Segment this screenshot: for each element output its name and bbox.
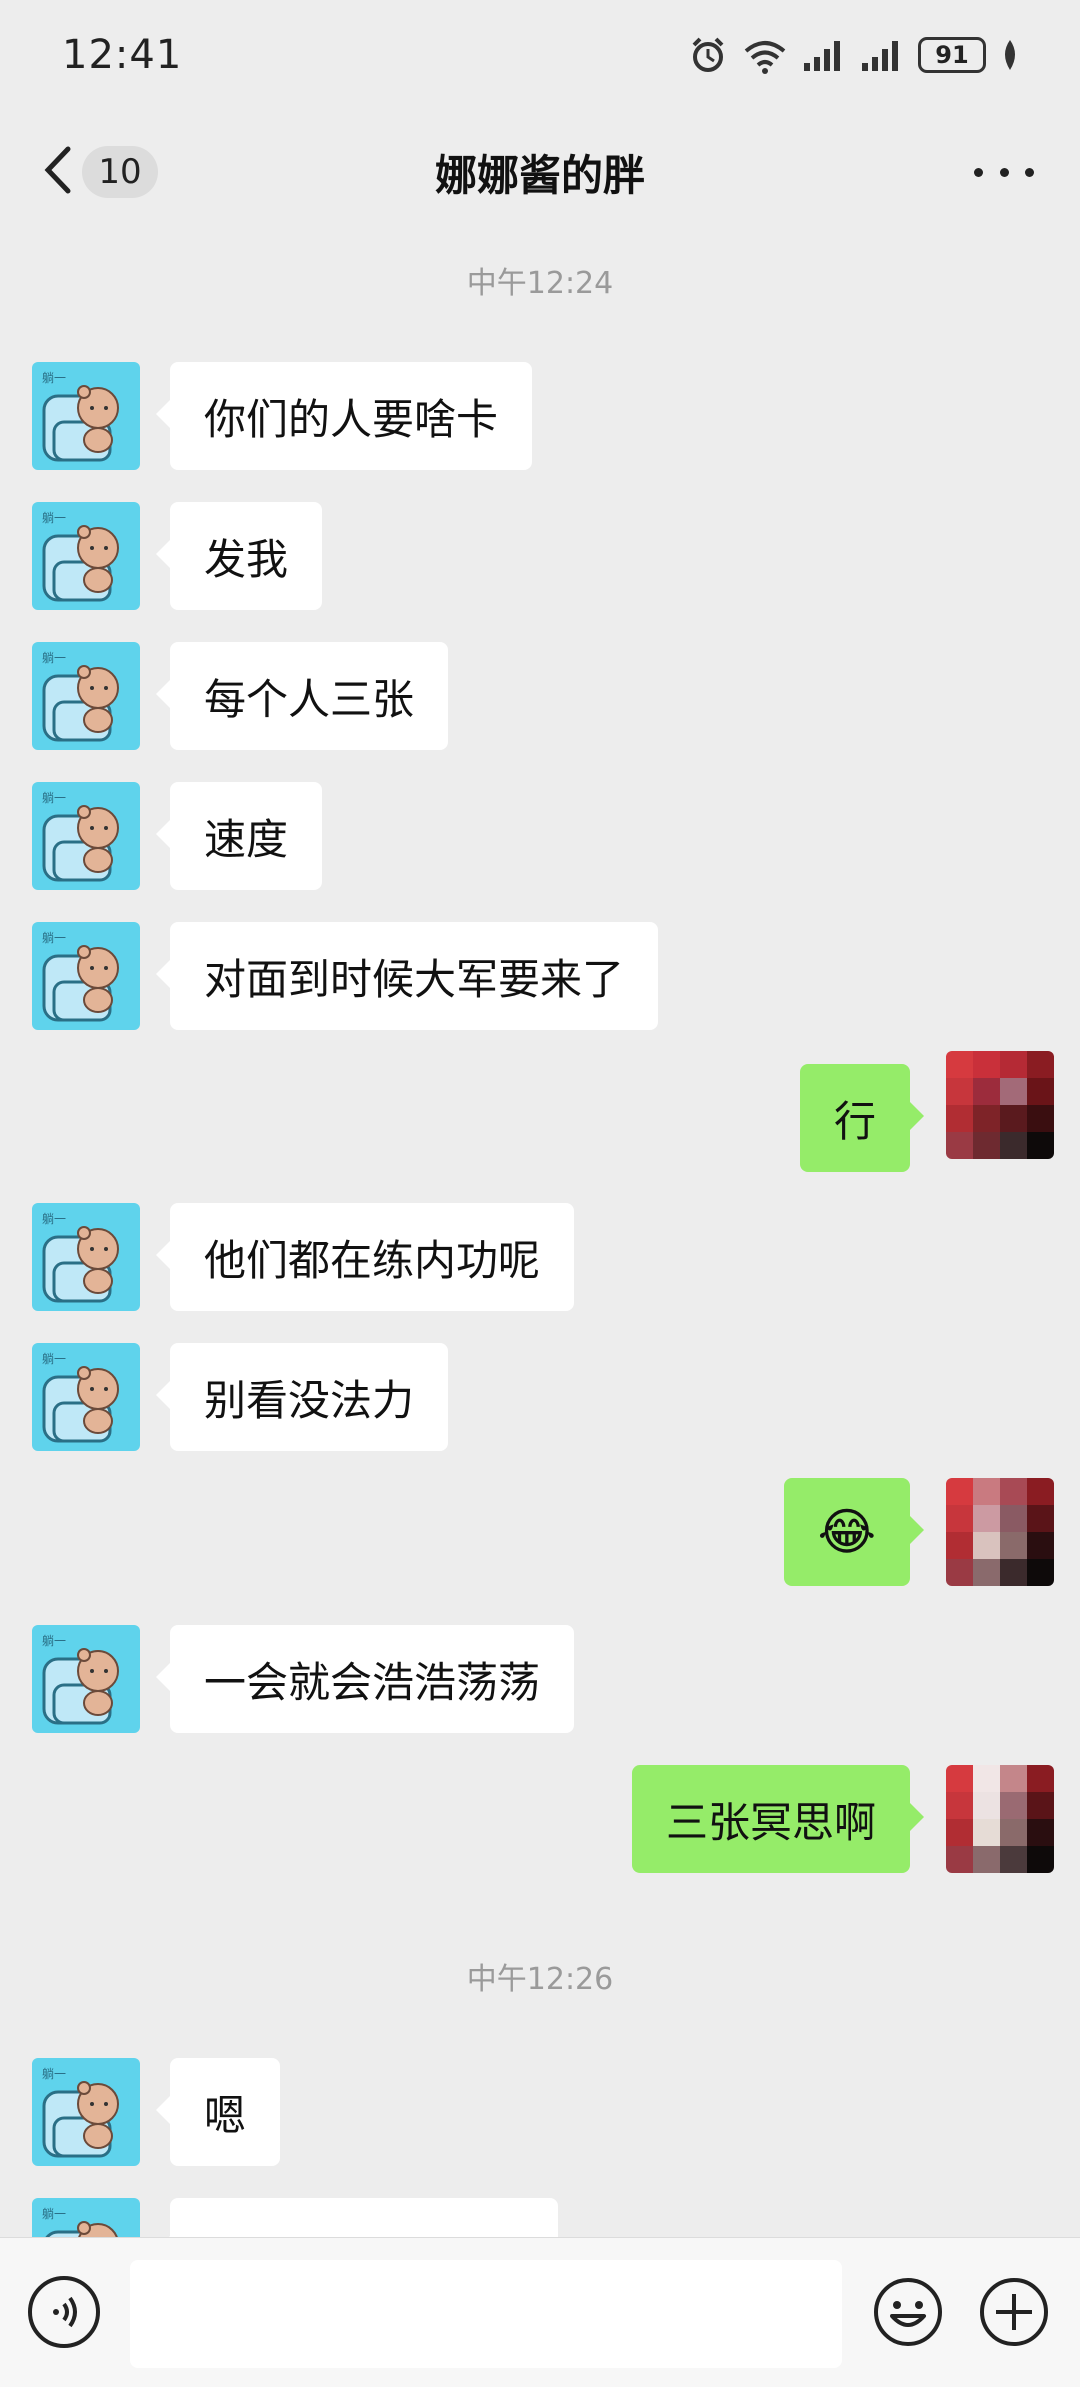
status-icons: 91 [688, 35, 1020, 75]
message-row: 躺一 他们都在练内功呢 [0, 1203, 1080, 1311]
contact-avatar[interactable]: 躺一 [32, 642, 140, 750]
contact-avatar[interactable]: 躺一 [32, 782, 140, 890]
my-avatar[interactable] [946, 1478, 1054, 1586]
status-bar: 12:41 91 [0, 0, 1080, 110]
svg-text:躺一: 躺一 [42, 1351, 66, 1366]
svg-text:躺一: 躺一 [42, 1211, 66, 1226]
my-avatar[interactable] [946, 1051, 1054, 1159]
contact-avatar[interactable]: 躺一 [32, 922, 140, 1030]
alarm-icon [688, 35, 728, 75]
svg-text:躺一: 躺一 [42, 790, 66, 805]
wifi-icon [742, 35, 788, 75]
timestamp: 中午12:24 [466, 266, 614, 301]
message-row: 躺一 一会就会浩浩荡荡 [0, 1625, 1080, 1733]
svg-text:躺一: 躺一 [42, 2206, 66, 2221]
message-row: 躺一 每个人三张 [0, 642, 1080, 750]
signal-icon [860, 37, 904, 73]
contact-avatar[interactable]: 躺一 [32, 362, 140, 470]
message-bubble[interactable]: 一会就会浩浩荡荡 [155, 1625, 575, 1733]
svg-text:躺一: 躺一 [42, 650, 66, 665]
emoji-button[interactable] [872, 2276, 944, 2348]
more-dots-icon [974, 167, 983, 177]
message-row: 躺一 发我 [0, 502, 1080, 610]
message-row: 😂 [0, 1478, 1080, 1586]
message-row: 行 [0, 1050, 1080, 1172]
svg-text:躺一: 躺一 [42, 2066, 66, 2081]
back-button[interactable]: 10 [40, 140, 158, 204]
voice-icon [53, 2296, 77, 2328]
message-bubble[interactable]: 三张冥思啊 [631, 1765, 925, 1873]
more-button[interactable] [974, 150, 1034, 194]
contact-avatar[interactable]: 躺一 [32, 2058, 140, 2166]
message-bubble[interactable]: 他们都在练内功呢 [155, 1203, 575, 1311]
contact-avatar[interactable]: 躺一 [32, 1343, 140, 1451]
contact-avatar[interactable]: 躺一 [32, 1203, 140, 1311]
message-bubble[interactable]: 嗯 [155, 2058, 281, 2166]
status-time: 12:41 [62, 32, 183, 78]
message-row: 躺一 嗯 [0, 2058, 1080, 2166]
message-row: 躺一 你们的人要啥卡 [0, 362, 1080, 470]
message-bubble[interactable]: 速度 [155, 782, 323, 890]
contact-avatar[interactable]: 躺一 [32, 502, 140, 610]
chat-title: 娜娜酱的胖 [434, 151, 645, 200]
svg-text:躺一: 躺一 [42, 1633, 66, 1648]
message-bubble[interactable]: 每个人三张 [155, 642, 449, 750]
smiley-icon [874, 2278, 942, 2346]
plus-icon [980, 2278, 1048, 2346]
timestamp: 中午12:26 [466, 1962, 614, 1997]
more-functions-button[interactable] [978, 2276, 1050, 2348]
message-row: 躺一 对面到时候大军要来了 [0, 922, 1080, 1030]
battery-icon: 91 [918, 37, 986, 73]
message-row: 三张冥思啊 [0, 1765, 1080, 1873]
chevron-left-icon [40, 145, 74, 199]
leaf-icon [1000, 38, 1020, 72]
message-bubble[interactable]: 行 [799, 1064, 925, 1172]
message-row: 躺一 别看没法力 [0, 1343, 1080, 1451]
message-bubble[interactable]: 发我 [155, 502, 323, 610]
contact-avatar[interactable]: 躺一 [32, 1625, 140, 1733]
signal-icon [802, 37, 846, 73]
voice-button[interactable] [28, 2276, 100, 2348]
message-row: 躺一 速度 [0, 782, 1080, 890]
svg-text:躺一: 躺一 [42, 930, 66, 945]
chat-header: 10 娜娜酱的胖 [0, 110, 1080, 235]
message-input[interactable] [130, 2260, 842, 2368]
svg-text:躺一: 躺一 [42, 370, 66, 385]
emoji-message-bubble[interactable]: 😂 [783, 1478, 925, 1586]
unread-count-badge: 10 [82, 146, 158, 198]
message-bubble[interactable]: 对面到时候大军要来了 [155, 922, 659, 1030]
message-bubble[interactable]: 别看没法力 [155, 1343, 449, 1451]
laughing-tears-emoji-icon: 😂 [817, 1503, 876, 1561]
message-bubble[interactable]: 你们的人要啥卡 [155, 362, 533, 470]
my-avatar[interactable] [946, 1765, 1054, 1873]
svg-text:躺一: 躺一 [42, 510, 66, 525]
input-bar [0, 2237, 1080, 2387]
